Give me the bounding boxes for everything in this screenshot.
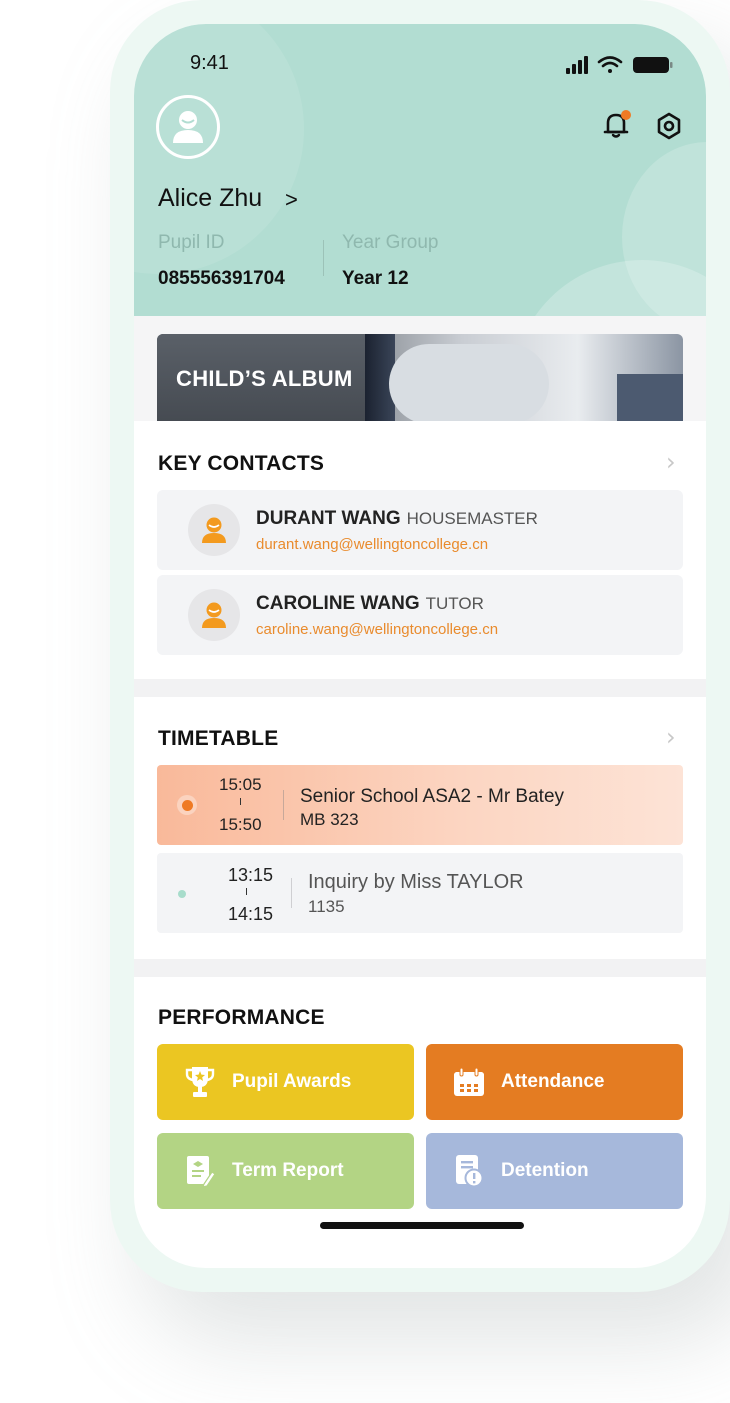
pupil-awards-button[interactable]: Pupil Awards bbox=[157, 1044, 414, 1120]
timetable-item[interactable]: 13:15 14:15 Inquiry by Miss TAYLOR 1135 bbox=[157, 853, 683, 933]
contact-email[interactable]: durant.wang@wellingtoncollege.cn bbox=[256, 536, 488, 553]
status-time: 9:41 bbox=[190, 52, 229, 74]
contact-card[interactable]: DURANT WANG HOUSEMASTER durant.wang@welli… bbox=[157, 490, 683, 570]
timetable-title: TIMETABLE bbox=[158, 727, 279, 750]
detention-button[interactable]: Detention bbox=[426, 1133, 683, 1209]
childs-album-banner[interactable]: CHILD’S ALBUM bbox=[157, 334, 683, 421]
wifi-icon bbox=[597, 56, 623, 73]
lesson-title: Senior School ASA2 - Mr Batey bbox=[300, 786, 565, 807]
trophy-icon bbox=[184, 1064, 216, 1100]
album-photo-part bbox=[617, 374, 683, 421]
current-indicator-dot bbox=[177, 795, 197, 815]
year-group-value: Year 12 bbox=[342, 268, 409, 289]
timetable-divider bbox=[283, 790, 284, 820]
contact-name: DURANT WANG HOUSEMASTER bbox=[256, 508, 538, 529]
album-title: CHILD’S ALBUM bbox=[176, 366, 353, 391]
contact-name: CAROLINE WANG TUTOR bbox=[256, 593, 484, 614]
notification-dot bbox=[621, 110, 631, 120]
start-time: 15:05 bbox=[219, 775, 262, 794]
contact-avatar bbox=[188, 589, 240, 641]
status-icons bbox=[566, 56, 673, 74]
person-icon bbox=[202, 602, 226, 628]
user-avatar[interactable] bbox=[156, 95, 220, 159]
report-icon bbox=[184, 1153, 216, 1189]
detention-notice-icon bbox=[453, 1153, 485, 1189]
year-group-label: Year Group bbox=[342, 232, 439, 253]
time-separator bbox=[240, 798, 241, 805]
profile-header: 9:41 Alice Zhu > Pupil ID 085556391704 Y… bbox=[134, 24, 706, 316]
pupil-id-label: Pupil ID bbox=[158, 232, 225, 253]
album-photo-part bbox=[389, 344, 549, 421]
calendar-icon bbox=[453, 1064, 485, 1100]
cellular-signal-icon bbox=[566, 56, 588, 74]
timetable-chevron-icon[interactable]: › bbox=[666, 723, 676, 751]
button-label: Term Report bbox=[232, 1160, 344, 1181]
upcoming-indicator-dot bbox=[178, 890, 186, 898]
end-time: 14:15 bbox=[228, 904, 274, 924]
app-screen: 9:41 Alice Zhu > Pupil ID 085556391704 Y… bbox=[134, 24, 706, 1268]
contact-role: TUTOR bbox=[425, 594, 484, 613]
pupil-id-value: 085556391704 bbox=[158, 268, 285, 289]
chevron-right-icon[interactable]: > bbox=[285, 187, 298, 213]
person-icon bbox=[202, 517, 226, 543]
performance-title: PERFORMANCE bbox=[158, 1006, 325, 1029]
key-contacts-title: KEY CONTACTS bbox=[158, 452, 325, 475]
button-label: Detention bbox=[501, 1160, 589, 1181]
section-separator bbox=[134, 959, 706, 977]
attendance-button[interactable]: Attendance bbox=[426, 1044, 683, 1120]
contact-card[interactable]: CAROLINE WANG TUTOR caroline.wang@welling… bbox=[157, 575, 683, 655]
person-icon bbox=[173, 111, 203, 143]
time-separator bbox=[246, 888, 247, 895]
gear-icon[interactable] bbox=[654, 111, 684, 141]
lesson-title: Inquiry by Miss TAYLOR bbox=[308, 871, 524, 893]
term-report-button[interactable]: Term Report bbox=[157, 1133, 414, 1209]
pupil-name[interactable]: Alice Zhu bbox=[158, 184, 262, 213]
button-label: Pupil Awards bbox=[232, 1071, 352, 1092]
start-time: 13:15 bbox=[228, 865, 274, 885]
timetable-item-active[interactable]: 15:05 15:50 Senior School ASA2 - Mr Bate… bbox=[157, 765, 683, 845]
contact-avatar bbox=[188, 504, 240, 556]
contact-email[interactable]: caroline.wang@wellingtoncollege.cn bbox=[256, 621, 498, 638]
button-label: Attendance bbox=[501, 1071, 605, 1092]
home-indicator[interactable] bbox=[320, 1222, 524, 1229]
header-divider bbox=[323, 240, 324, 276]
contact-role: HOUSEMASTER bbox=[406, 509, 538, 528]
lesson-room: 1135 bbox=[308, 897, 345, 916]
section-separator bbox=[134, 679, 706, 697]
timetable-divider bbox=[291, 878, 292, 908]
battery-icon bbox=[633, 57, 673, 73]
end-time: 15:50 bbox=[219, 815, 262, 834]
key-contacts-chevron-icon[interactable]: › bbox=[666, 448, 676, 476]
bell-icon[interactable] bbox=[602, 110, 632, 140]
lesson-room: MB 323 bbox=[300, 810, 359, 829]
